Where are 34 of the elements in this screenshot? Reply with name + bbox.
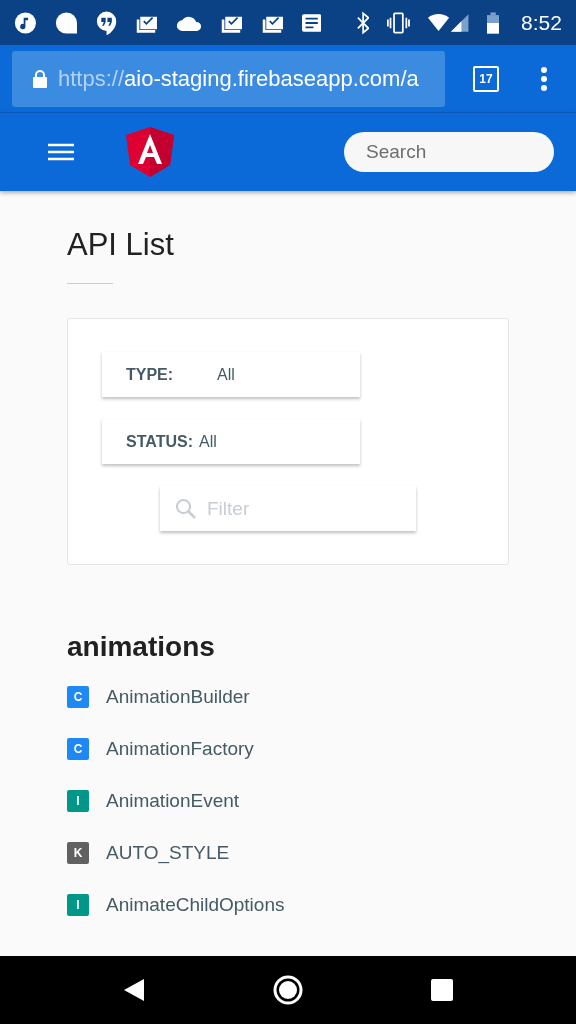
type-badge: I (67, 894, 89, 916)
shield-logo-icon[interactable] (126, 127, 174, 177)
address-bar[interactable]: https://aio-staging.firebaseapp.com/a (12, 50, 445, 107)
battery-icon (486, 10, 500, 35)
api-link[interactable]: AUTO_STYLE (106, 842, 230, 864)
search-icon (175, 497, 197, 520)
type-badge: C (67, 738, 89, 760)
type-badge: K (67, 842, 89, 864)
chat-bubble-icon (54, 9, 78, 36)
back-icon[interactable] (123, 978, 146, 1002)
clock-time: 8:52 (521, 10, 562, 35)
url-text: https://aio-staging.firebaseapp.com/a (58, 65, 419, 92)
recents-icon[interactable] (430, 979, 453, 1001)
search-field[interactable]: Search (344, 132, 554, 172)
music-icon (14, 9, 37, 36)
menu-icon[interactable] (48, 143, 74, 161)
lock-icon (32, 68, 48, 89)
api-link[interactable]: AnimationEvent (106, 790, 240, 812)
signal-icon (428, 11, 469, 34)
filter-select[interactable]: STATUS: All (102, 419, 360, 464)
home-icon[interactable] (272, 974, 304, 1006)
vibrate-icon (387, 10, 411, 35)
more-menu-icon[interactable] (540, 65, 548, 92)
message-icon (301, 12, 322, 33)
api-link[interactable]: AnimationBuilder (106, 686, 250, 708)
type-badge: I (67, 790, 89, 812)
type-badge: C (67, 686, 89, 708)
bluetooth-icon (357, 10, 370, 35)
api-link[interactable]: AnimationFactory (106, 738, 254, 760)
filter-select[interactable]: TYPE: All (102, 352, 360, 397)
page-title: API List (67, 227, 175, 263)
section-heading: animations (67, 631, 216, 663)
api-link[interactable]: AnimateChildOptions (106, 894, 285, 916)
tab-count-button[interactable]: 17 (473, 65, 499, 92)
